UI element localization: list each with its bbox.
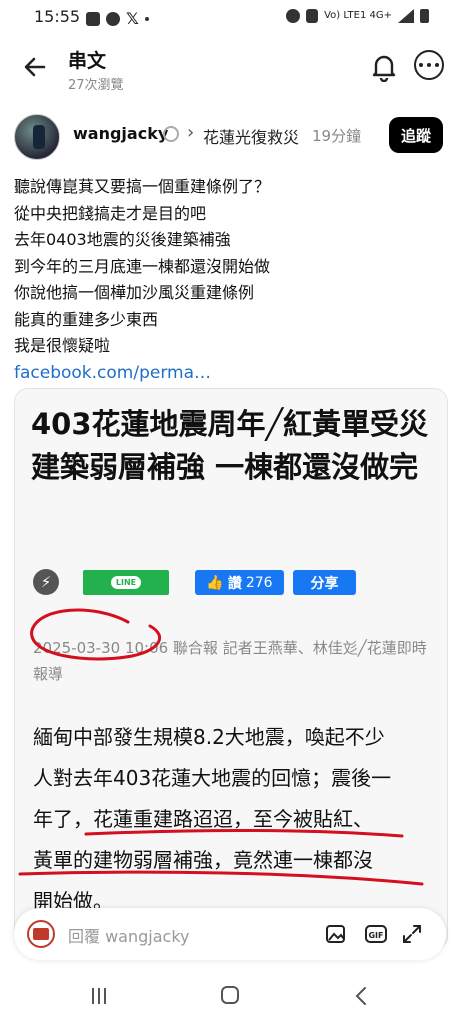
link-preview-card[interactable]: 403花蓮地震周年╱紅黃單受災建築弱層補強 一棟都還沒做完 ⚡ LINE 👍 讚… — [14, 388, 448, 950]
post-line: 到今年的三月底連一棟都還沒開始做 — [14, 256, 271, 276]
status-bar: 15:55 𝕏 Vo) LTE1 4G+ — [0, 0, 461, 34]
post-username[interactable]: wangjacky — [73, 124, 168, 143]
bell-icon[interactable] — [370, 52, 398, 82]
article-line: 緬甸中部發生規模8.2大地震，喚起不少 — [33, 725, 385, 749]
nav-back-icon[interactable] — [352, 986, 370, 1006]
avatar[interactable] — [14, 114, 60, 160]
svg-text:GIF: GIF — [368, 931, 383, 940]
like-label: 讚 — [227, 575, 242, 592]
view-count: 27次瀏覽 — [68, 78, 124, 93]
recent-apps-icon[interactable] — [92, 988, 112, 1004]
mute-icon — [306, 8, 319, 23]
more-horizontal-icon[interactable] — [414, 50, 444, 80]
network-label: Vo) LTE1 4G+ — [324, 10, 392, 21]
post-line: 去年0403地震的災後建築補強 — [14, 230, 231, 249]
chevron-right-icon: › — [187, 122, 195, 143]
gif-icon[interactable]: GIF — [364, 922, 388, 946]
post-link[interactable]: facebook.com/perma… — [14, 360, 444, 387]
badge-icon — [163, 126, 179, 142]
article-share-row: ⚡ LINE 👍 讚 276 分享 — [33, 569, 443, 597]
post-line: 你說他搞一個樺加沙風災重建條例 — [14, 283, 255, 302]
battery-icon — [420, 9, 429, 23]
image-icon[interactable] — [324, 922, 348, 946]
line-share-button[interactable]: LINE — [83, 570, 169, 595]
post-time: 19分鐘 — [312, 127, 362, 145]
post-body: 聽說傳崑萁又要搞一個重建條例了？ 從中央把錢搞走才是目的吧 去年0403地震的災… — [14, 174, 444, 386]
more-notifications-dot — [144, 16, 149, 21]
status-time: 15:55 — [34, 7, 81, 26]
line-notification-icon — [106, 11, 120, 26]
article-line: 年了，花蓮重建路迢迢，至今被貼紅、 — [33, 807, 373, 831]
article-headline: 403花蓮地震周年╱紅黃單受災建築弱層補強 一棟都還沒做完 — [31, 407, 428, 484]
reply-input[interactable]: 回覆 wangjacky — [68, 923, 190, 947]
home-icon[interactable] — [221, 986, 239, 1004]
facebook-share-button[interactable]: 分享 — [293, 570, 356, 595]
article-byline: 2025-03-30 10:06 聯合報 記者王燕華、林佳彣╱花蓮即時報導 — [33, 639, 427, 683]
app-bar: 串文 27次瀏覽 — [0, 38, 461, 100]
post-header: wangjacky › 花蓮光復救災 19分鐘 追蹤 — [0, 108, 461, 160]
post-line: 能真的重建多少東西 — [14, 309, 159, 329]
post-line: 從中央把錢搞走才是目的吧 — [14, 203, 207, 223]
article-paragraph: 緬甸中部發生規模8.2大地震，喚起不少 人對去年403花蓮大地震的回憶；震後一 … — [33, 717, 443, 922]
signal-icon — [398, 8, 414, 23]
gallery-notification-icon — [86, 11, 100, 26]
x-notification-icon: 𝕏 — [126, 9, 139, 28]
reply-avatar — [27, 920, 55, 948]
alarm-icon — [286, 8, 301, 23]
lightning-icon[interactable]: ⚡ — [33, 569, 59, 595]
status-notification-icons: 𝕏 — [86, 9, 149, 28]
post-line: 聽說傳崑萁又要搞一個重建條例了？ — [14, 177, 271, 196]
thumbs-up-icon: 👍 — [206, 574, 224, 591]
page-title: 串文 — [68, 50, 107, 72]
reply-bar[interactable]: 回覆 wangjacky GIF — [14, 908, 446, 960]
post-line: 我是很懷疑啦 — [14, 336, 111, 355]
community-name[interactable]: 花蓮光復救災 — [203, 124, 299, 148]
facebook-like-button[interactable]: 👍 讚 276 — [195, 570, 284, 595]
like-count: 276 — [245, 574, 273, 591]
status-system-icons: Vo) LTE1 4G+ — [286, 8, 429, 23]
system-nav-bar — [0, 968, 461, 1024]
arrow-left-icon[interactable] — [20, 52, 50, 82]
article-line: 黃單的建物弱層補強，竟然連一棟都沒 — [33, 848, 373, 872]
article-line: 人對去年403花蓮大地震的回憶；震後一 — [33, 766, 392, 790]
expand-icon[interactable] — [400, 922, 424, 946]
line-logo-icon: LINE — [110, 576, 142, 589]
follow-button[interactable]: 追蹤 — [389, 117, 443, 153]
